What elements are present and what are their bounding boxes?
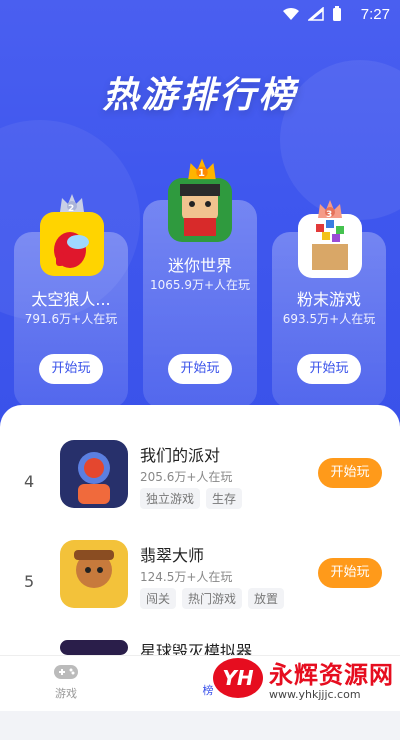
game-name: 迷你世界: [167, 256, 232, 275]
game-icon-mini-world[interactable]: [168, 178, 232, 242]
watermark-logo: YH: [213, 658, 263, 698]
hero-banner: 7:27 热游排行榜 太空狼人... 791.6万+人在玩 开始玩 迷你世界 1…: [0, 0, 400, 430]
status-time: 7:27: [360, 6, 390, 23]
list-item[interactable]: 5 翡翠大师 124.5万+人在玩 闯关 热门游戏 放置 开始玩: [0, 540, 400, 640]
game-name: 翡翠大师: [140, 546, 205, 565]
status-bar: 7:27: [0, 0, 400, 28]
rank-number: 5: [24, 572, 35, 591]
game-name: 粉末游戏: [296, 290, 361, 309]
players-count: 693.5万+人在玩: [282, 312, 376, 326]
game-icon-emerald-master[interactable]: [60, 540, 128, 608]
players-count: 124.5万+人在玩: [140, 570, 233, 584]
rank-badge: 1: [198, 168, 205, 179]
battery-icon: [333, 6, 341, 21]
game-icon-powder-game[interactable]: [298, 214, 362, 278]
page-title: 热游排行榜: [102, 75, 298, 116]
signal-icon: [308, 7, 324, 21]
rank-badge: 2: [68, 204, 75, 214]
start-play-button[interactable]: 开始玩: [318, 458, 382, 488]
list-item[interactable]: 4 我们的派对 205.6万+人在玩 独立游戏 生存 开始玩: [0, 440, 400, 540]
game-icon-planet-sim[interactable]: [60, 640, 128, 655]
players-count: 1065.9万+人在玩: [149, 278, 251, 292]
tab-games[interactable]: 游戏: [26, 662, 106, 701]
tag: 热门游戏: [182, 588, 243, 609]
watermark: YH 永辉资源网 www.yhkjjjc.com: [213, 655, 394, 701]
start-play-button[interactable]: 开始玩: [39, 354, 103, 384]
rank-badge: 3: [326, 210, 333, 220]
start-play-button[interactable]: 开始玩: [318, 558, 382, 588]
ranking-list: 4 我们的派对 205.6万+人在玩 独立游戏 生存 开始玩 5 翡翠大师 12…: [0, 405, 400, 661]
start-play-button[interactable]: 开始玩: [297, 354, 361, 384]
tag: 闯关: [140, 588, 177, 609]
tab-label: 游戏: [55, 687, 77, 700]
start-play-button[interactable]: 开始玩: [168, 354, 232, 384]
watermark-url: www.yhkjjjc.com: [269, 688, 361, 701]
tag: 独立游戏: [140, 488, 201, 509]
tag-list: 闯关 热门游戏 放置: [140, 588, 285, 609]
gamepad-icon: [54, 665, 78, 679]
rank-number: 4: [24, 472, 35, 491]
tag-list: 独立游戏 生存: [140, 488, 243, 509]
players-count: 791.6万+人在玩: [24, 312, 118, 326]
game-name: 我们的派对: [140, 446, 221, 465]
game-icon-among-us[interactable]: [40, 212, 104, 276]
watermark-name: 永辉资源网: [269, 661, 394, 689]
tag: 生存: [206, 488, 243, 509]
tag: 放置: [248, 588, 285, 609]
tab-bar: 游戏 榜 YH 永辉资源网 www.yhkjjjc.com: [0, 655, 400, 711]
players-count: 205.6万+人在玩: [140, 470, 233, 484]
game-name: 太空狼人...: [31, 290, 111, 309]
wifi-icon: [283, 7, 299, 20]
status-icons: [282, 6, 342, 22]
game-icon-party[interactable]: [60, 440, 128, 508]
